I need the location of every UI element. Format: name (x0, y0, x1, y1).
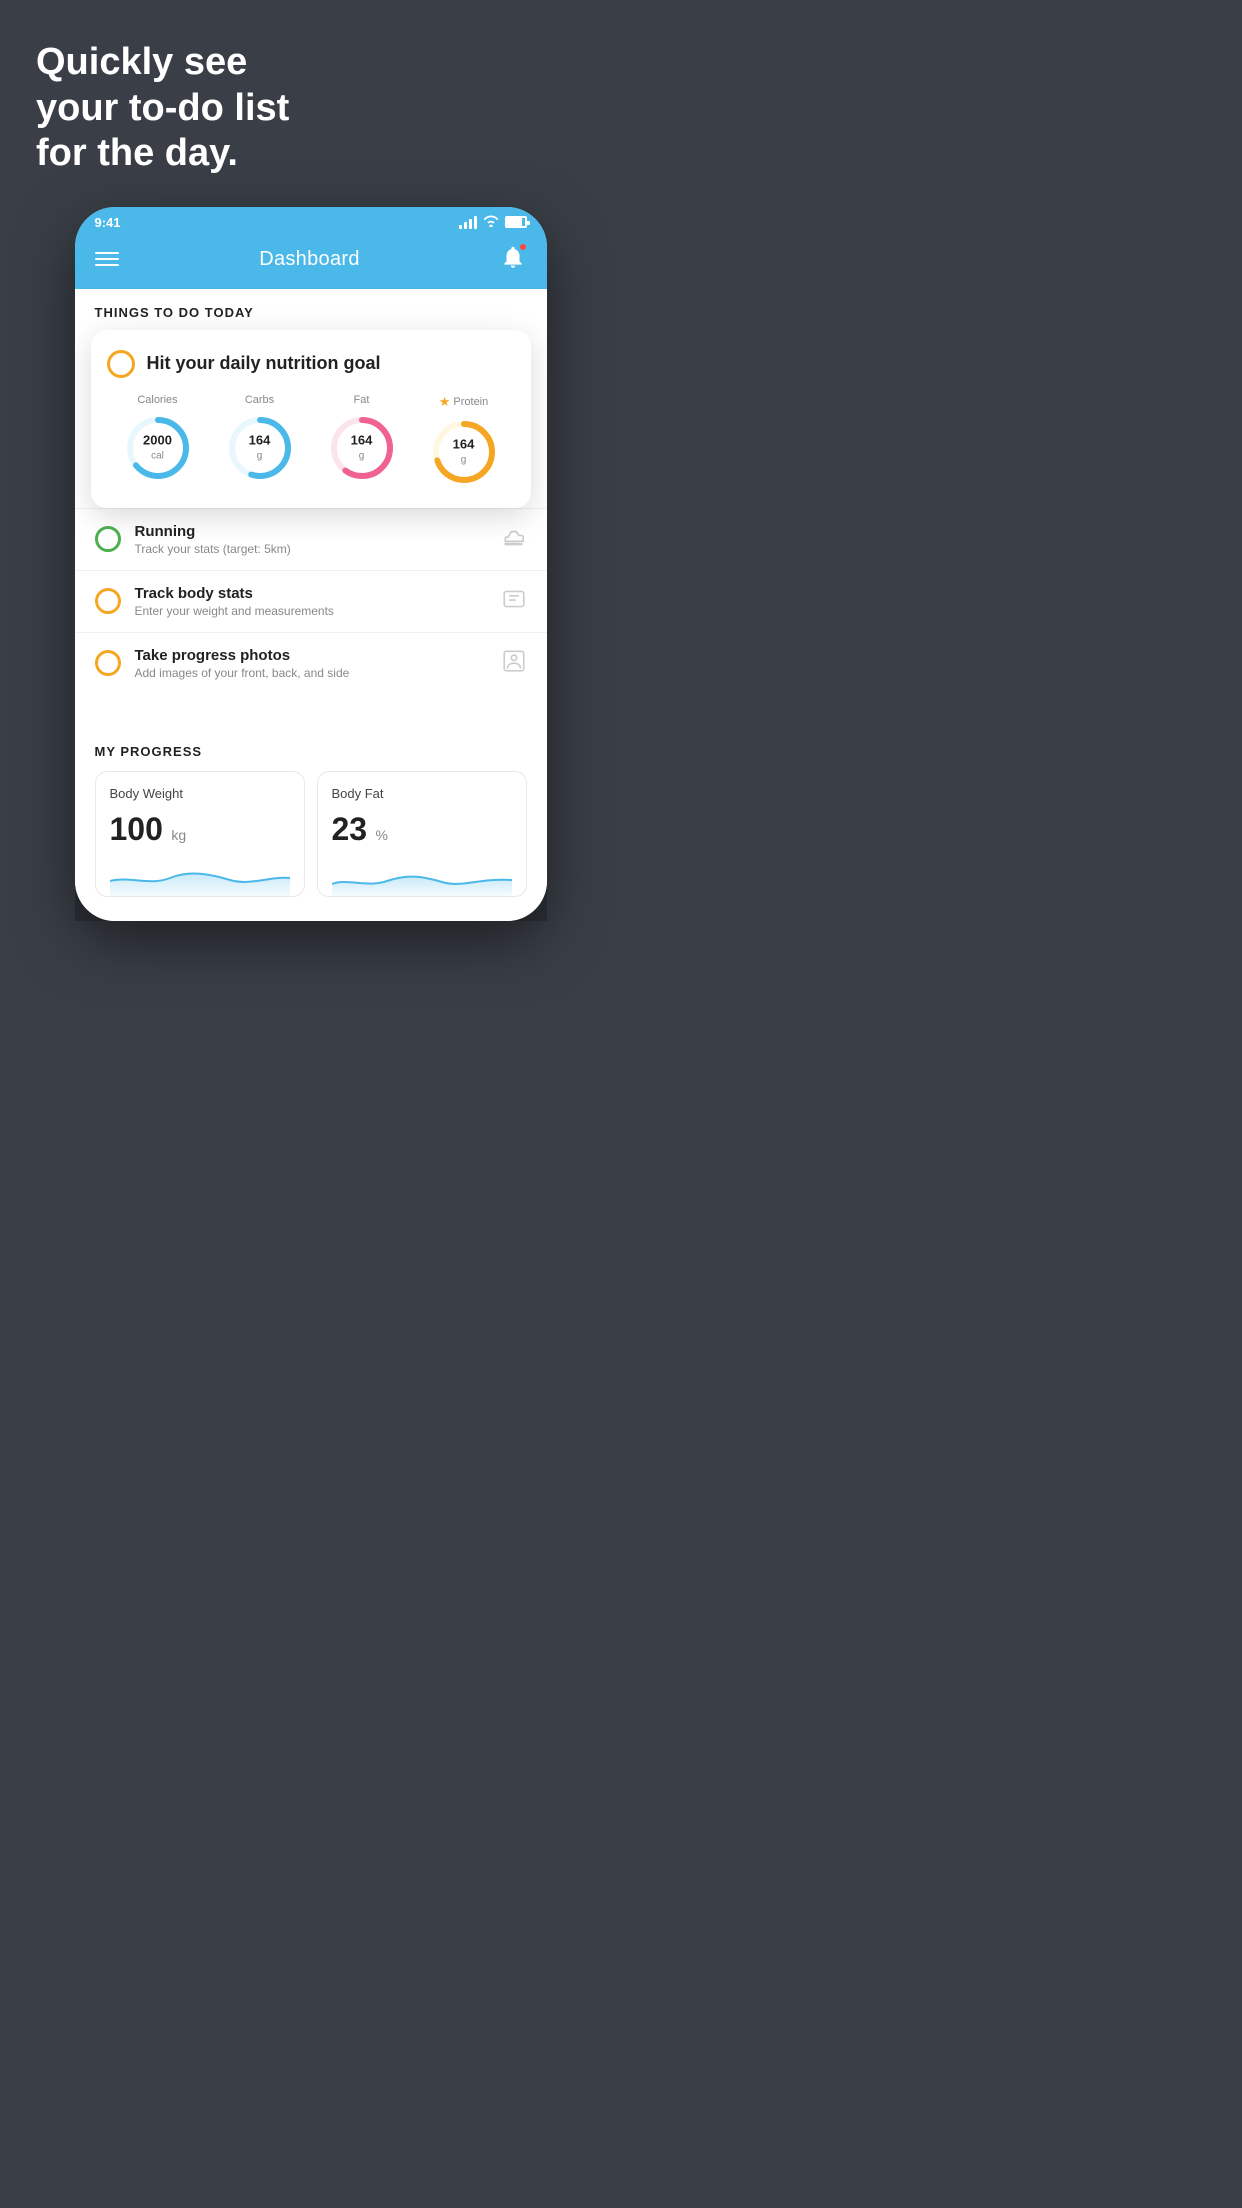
nutrition-carbs: Carbs 164g (224, 394, 296, 484)
header-title: Dashboard (259, 248, 360, 271)
nutrition-fat: Fat 164g (326, 394, 398, 484)
spacer (75, 694, 547, 724)
todo-text-running: Running Track your stats (target: 5km) (135, 523, 487, 556)
fat-value: 23 (332, 811, 368, 847)
hero-title: Quickly see your to-do list for the day. (36, 40, 289, 177)
card-title: Hit your daily nutrition goal (147, 353, 381, 374)
weight-unit: kg (171, 827, 186, 843)
progress-cards: Body Weight 100 kg (95, 771, 527, 897)
battery-icon (505, 216, 527, 228)
todo-title-body-stats: Track body stats (135, 585, 487, 602)
todo-subtitle-running: Track your stats (target: 5km) (135, 542, 487, 556)
todo-progress-photos[interactable]: Take progress photos Add images of your … (75, 632, 547, 694)
calories-donut: 2000cal (122, 412, 194, 484)
phone-wrapper: 9:41 Dashboard (75, 207, 547, 921)
signal-icon (459, 215, 477, 229)
fat-label: Fat (354, 394, 370, 406)
fat-chart (332, 856, 512, 896)
progress-card-fat[interactable]: Body Fat 23 % (317, 771, 527, 897)
weight-value-row: 100 kg (110, 811, 290, 848)
todo-subtitle-body-stats: Enter your weight and measurements (135, 604, 487, 618)
todo-body-stats[interactable]: Track body stats Enter your weight and m… (75, 570, 547, 632)
carbs-value: 164g (249, 433, 271, 462)
weight-chart (110, 856, 290, 896)
protein-value: 164g (453, 437, 475, 466)
fat-card-title: Body Fat (332, 786, 512, 801)
todo-checkbox-photos[interactable] (95, 650, 121, 676)
calories-value: 2000cal (143, 433, 172, 462)
todo-title-running: Running (135, 523, 487, 540)
wifi-icon (483, 215, 499, 230)
card-title-row: Hit your daily nutrition goal (107, 350, 515, 378)
scale-icon (501, 586, 527, 617)
fat-donut: 164g (326, 412, 398, 484)
calories-label: Calories (137, 394, 177, 406)
status-bar: 9:41 (75, 207, 547, 234)
notification-dot (518, 242, 528, 252)
todo-title-photos: Take progress photos (135, 647, 487, 664)
shoe-icon (501, 524, 527, 555)
carbs-label: Carbs (245, 394, 274, 406)
phone-body: THINGS TO DO TODAY Hit your daily nutrit… (75, 289, 547, 921)
todo-subtitle-photos: Add images of your front, back, and side (135, 666, 487, 680)
phone-mockup: 9:41 Dashboard (75, 207, 547, 921)
protein-label: ★Protein (439, 394, 489, 410)
fat-value: 164g (351, 433, 373, 462)
weight-card-title: Body Weight (110, 786, 290, 801)
status-icons (459, 215, 527, 230)
person-icon (501, 648, 527, 679)
fat-unit: % (376, 827, 388, 843)
menu-button[interactable] (95, 252, 119, 266)
app-header: Dashboard (75, 234, 547, 289)
notification-button[interactable] (500, 244, 526, 275)
carbs-donut: 164g (224, 412, 296, 484)
task-checkbox[interactable] (107, 350, 135, 378)
fat-value-row: 23 % (332, 811, 512, 848)
todo-checkbox-running[interactable] (95, 526, 121, 552)
progress-section: MY PROGRESS Body Weight 100 kg (75, 724, 547, 897)
section-header-todo: THINGS TO DO TODAY (75, 289, 547, 330)
protein-donut: 164g (428, 416, 500, 488)
progress-title: MY PROGRESS (95, 744, 527, 759)
todo-text-body-stats: Track body stats Enter your weight and m… (135, 585, 487, 618)
progress-card-weight[interactable]: Body Weight 100 kg (95, 771, 305, 897)
hero-section: Quickly see your to-do list for the day. (0, 0, 325, 207)
time-display: 9:41 (95, 215, 121, 230)
bottom-spacer (75, 897, 547, 921)
todo-running[interactable]: Running Track your stats (target: 5km) (75, 508, 547, 570)
nutrition-card: Hit your daily nutrition goal Calories 2 (91, 330, 531, 508)
weight-value: 100 (110, 811, 163, 847)
nutrition-row: Calories 2000cal Ca (107, 394, 515, 488)
todo-text-photos: Take progress photos Add images of your … (135, 647, 487, 680)
todo-checkbox-body-stats[interactable] (95, 588, 121, 614)
star-icon: ★ (439, 394, 451, 410)
nutrition-calories: Calories 2000cal (122, 394, 194, 484)
nutrition-protein: ★Protein 164g (428, 394, 500, 488)
